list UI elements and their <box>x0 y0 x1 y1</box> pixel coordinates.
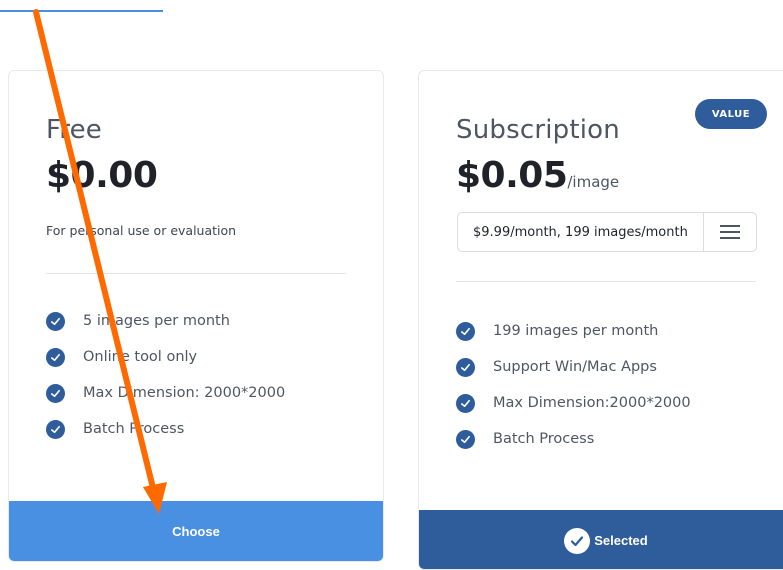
feature-list: 199 images per month Support Win/Mac App… <box>456 313 691 457</box>
menu-icon[interactable] <box>703 213 756 251</box>
feature-label: Batch Process <box>83 421 185 437</box>
feature-label: Batch Process <box>493 431 595 447</box>
feature-item: 5 images per month <box>46 303 285 339</box>
feature-label: Support Win/Mac Apps <box>493 359 657 375</box>
feature-item: Max Dimension: 2000*2000 <box>46 375 285 411</box>
feature-label: 5 images per month <box>83 313 230 329</box>
feature-list: 5 images per month Online tool only Max … <box>46 303 285 447</box>
plan-description: For personal use or evaluation <box>46 223 237 238</box>
feature-item: 199 images per month <box>456 313 691 349</box>
selected-button-label: Selected <box>594 533 648 548</box>
plan-price: $0.00 <box>46 155 158 196</box>
plan-price-unit: /image <box>567 173 620 191</box>
feature-item: Batch Process <box>46 411 285 447</box>
check-circle-icon <box>46 383 65 403</box>
plan-option-select[interactable]: $9.99/month, 199 images/month <box>457 212 757 252</box>
check-circle-icon <box>46 311 65 331</box>
plan-name: Free <box>46 115 102 145</box>
check-circle-icon <box>456 429 475 449</box>
check-circle-icon <box>46 347 65 367</box>
feature-label: 199 images per month <box>493 323 659 339</box>
choose-button[interactable]: Choose <box>9 501 383 561</box>
feature-item: Support Win/Mac Apps <box>456 349 691 385</box>
feature-label: Max Dimension:2000*2000 <box>493 395 691 411</box>
value-badge: VALUE <box>695 99 767 129</box>
plan-card-free: Free $0.00 For personal use or evaluatio… <box>8 70 384 562</box>
plan-name: Subscription <box>456 115 620 145</box>
divider <box>46 273 346 274</box>
plan-price-amount: $0.05 <box>456 155 568 196</box>
divider <box>456 281 756 282</box>
feature-item: Max Dimension:2000*2000 <box>456 385 691 421</box>
selected-button[interactable]: Selected <box>419 510 783 569</box>
feature-item: Batch Process <box>456 421 691 457</box>
plan-price: $0.05/image <box>456 155 619 196</box>
feature-label: Max Dimension: 2000*2000 <box>83 385 286 401</box>
check-circle-icon <box>46 419 65 439</box>
feature-item: Online tool only <box>46 339 285 375</box>
check-circle-icon <box>456 321 475 341</box>
top-link-underline <box>0 10 163 12</box>
check-circle-icon <box>456 357 475 377</box>
plan-card-subscription: VALUE Subscription $0.05/image $9.99/mon… <box>418 70 783 570</box>
check-circle-icon <box>456 393 475 413</box>
plan-option-value: $9.99/month, 199 images/month <box>473 224 688 240</box>
feature-label: Online tool only <box>83 349 198 365</box>
check-circle-icon <box>564 527 591 554</box>
